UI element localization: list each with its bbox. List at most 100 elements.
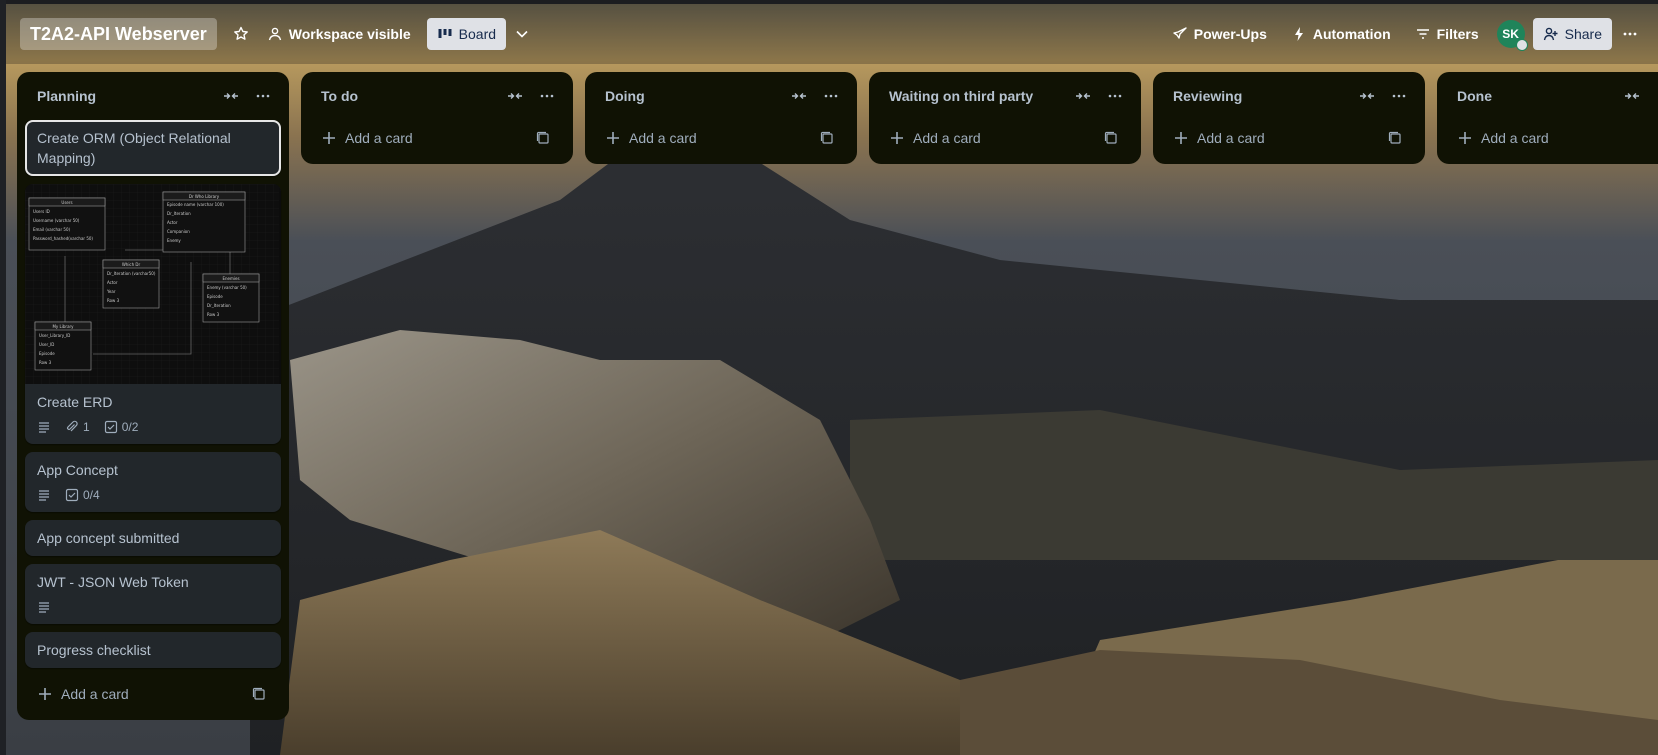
filter-icon xyxy=(1416,29,1429,39)
board-view-label: Board xyxy=(458,26,497,42)
paperclip-icon xyxy=(67,420,78,432)
list-done: Done Add a card xyxy=(1437,72,1658,164)
create-from-template-button[interactable] xyxy=(811,122,843,154)
list-header: Doing xyxy=(593,72,849,120)
automation-label: Automation xyxy=(1312,26,1391,42)
checklist-count: 0/4 xyxy=(83,488,100,502)
erd-row: Dr_Iteration xyxy=(207,303,231,308)
erd-row: Year xyxy=(106,289,116,294)
attachment-count: 1 xyxy=(83,420,90,434)
description-badge xyxy=(37,600,51,614)
list-todo: To do Add a card xyxy=(301,72,573,164)
list-header: Done xyxy=(1445,72,1650,120)
automation-button[interactable]: Automation xyxy=(1281,18,1401,50)
add-card-button[interactable]: Add a card xyxy=(593,120,849,156)
list-header: Planning xyxy=(25,72,281,120)
erd-row: Email (varchar 50) xyxy=(33,227,70,232)
add-card-button[interactable]: Add a card xyxy=(25,676,281,712)
board-title[interactable]: T2A2-API Webserver xyxy=(20,18,217,50)
star-button[interactable] xyxy=(225,18,257,50)
list-menu-button[interactable] xyxy=(247,80,279,112)
plus-icon xyxy=(1175,132,1187,144)
header-actions: Power-Ups Automation Filters SK Share xyxy=(1162,18,1644,51)
list-menu-button[interactable] xyxy=(531,80,563,112)
collapse-icon xyxy=(1625,93,1639,99)
add-card-button[interactable]: Add a card xyxy=(1445,120,1650,156)
card[interactable]: Users Users ID Username (varchar 50) Ema… xyxy=(25,184,281,444)
list-title[interactable]: Doing xyxy=(605,88,783,104)
filters-label: Filters xyxy=(1436,26,1479,42)
ellipsis-icon xyxy=(540,94,554,98)
collapse-list-button[interactable] xyxy=(1351,80,1383,112)
powerups-button[interactable]: Power-Ups xyxy=(1162,18,1277,50)
list-title[interactable]: Reviewing xyxy=(1173,88,1351,104)
add-card-label: Add a card xyxy=(629,130,697,146)
checklist-icon xyxy=(65,488,79,502)
erd-row: Enemy xyxy=(167,238,181,243)
board-view-button[interactable]: Board xyxy=(426,18,507,50)
card-badges xyxy=(25,600,281,624)
checklist-badge: 0/4 xyxy=(65,488,100,502)
erd-table-name: Enemies xyxy=(222,276,239,281)
list-menu-button[interactable] xyxy=(815,80,847,112)
description-badge xyxy=(37,488,51,502)
list-title[interactable]: Waiting on third party xyxy=(889,88,1067,104)
chevron-down-icon xyxy=(516,30,528,38)
card[interactable]: Progress checklist xyxy=(25,632,281,668)
card[interactable]: Create ORM (Object Relational Mapping) xyxy=(25,120,281,176)
list-title[interactable]: Done xyxy=(1457,88,1616,104)
add-card-button[interactable]: Add a card xyxy=(309,120,565,156)
description-icon xyxy=(39,422,49,433)
add-card-label: Add a card xyxy=(913,130,981,146)
ellipsis-icon xyxy=(1392,94,1406,98)
erd-pk: Users ID xyxy=(33,209,50,214)
list-title[interactable]: To do xyxy=(321,88,499,104)
filters-button[interactable]: Filters xyxy=(1405,18,1489,50)
description-badge xyxy=(37,420,51,434)
card-badges: 1 0/2 xyxy=(25,420,281,444)
card[interactable]: App Concept 0/4 xyxy=(25,452,281,512)
ellipsis-icon xyxy=(1623,32,1637,36)
add-card-button[interactable]: Add a card xyxy=(1161,120,1417,156)
checklist-count: 0/2 xyxy=(121,420,139,434)
create-from-template-button[interactable] xyxy=(1095,122,1127,154)
collapse-list-button[interactable] xyxy=(1616,80,1648,112)
erd-pk: Dr_Iteration (varchar50) xyxy=(107,271,156,276)
create-from-template-button[interactable] xyxy=(243,678,275,710)
list-header: Reviewing xyxy=(1161,72,1417,120)
collapse-list-button[interactable] xyxy=(499,80,531,112)
list-header: To do xyxy=(309,72,565,120)
card[interactable]: JWT - JSON Web Token xyxy=(25,564,281,624)
add-card-button[interactable]: Add a card xyxy=(877,120,1133,156)
collapse-icon xyxy=(224,93,238,99)
create-from-template-button[interactable] xyxy=(527,122,559,154)
erd-row: Row 3 xyxy=(207,312,220,317)
list-menu-button[interactable] xyxy=(1099,80,1131,112)
collapse-list-button[interactable] xyxy=(783,80,815,112)
list-doing: Doing Add a card xyxy=(585,72,857,164)
add-person-icon xyxy=(1543,27,1558,41)
card-title: Create ERD xyxy=(37,394,113,410)
share-label: Share xyxy=(1564,26,1602,42)
visibility-button[interactable]: Workspace visible xyxy=(257,18,421,50)
collapse-icon xyxy=(1360,93,1374,99)
plus-icon xyxy=(607,132,619,144)
create-from-template-button[interactable] xyxy=(1379,122,1411,154)
card[interactable]: App concept submitted xyxy=(25,520,281,556)
avatar[interactable]: SK xyxy=(1496,20,1528,51)
plus-icon xyxy=(891,132,903,144)
template-icon xyxy=(1104,131,1117,144)
collapse-list-button[interactable] xyxy=(1067,80,1099,112)
share-button[interactable]: Share xyxy=(1532,18,1612,50)
erd-table-name: Which Dr xyxy=(122,262,141,267)
erd-row: Actor xyxy=(107,280,118,285)
list-title[interactable]: Planning xyxy=(37,88,215,104)
plus-icon xyxy=(323,132,335,144)
collapse-icon xyxy=(792,93,806,99)
erd-pk: Enemy (varchar 50) xyxy=(207,285,247,290)
board-menu-button[interactable] xyxy=(1616,18,1644,50)
list-menu-button[interactable] xyxy=(1383,80,1415,112)
view-switcher-button[interactable] xyxy=(506,18,538,50)
collapse-list-button[interactable] xyxy=(215,80,247,112)
list-reviewing: Reviewing Add a card xyxy=(1153,72,1425,164)
